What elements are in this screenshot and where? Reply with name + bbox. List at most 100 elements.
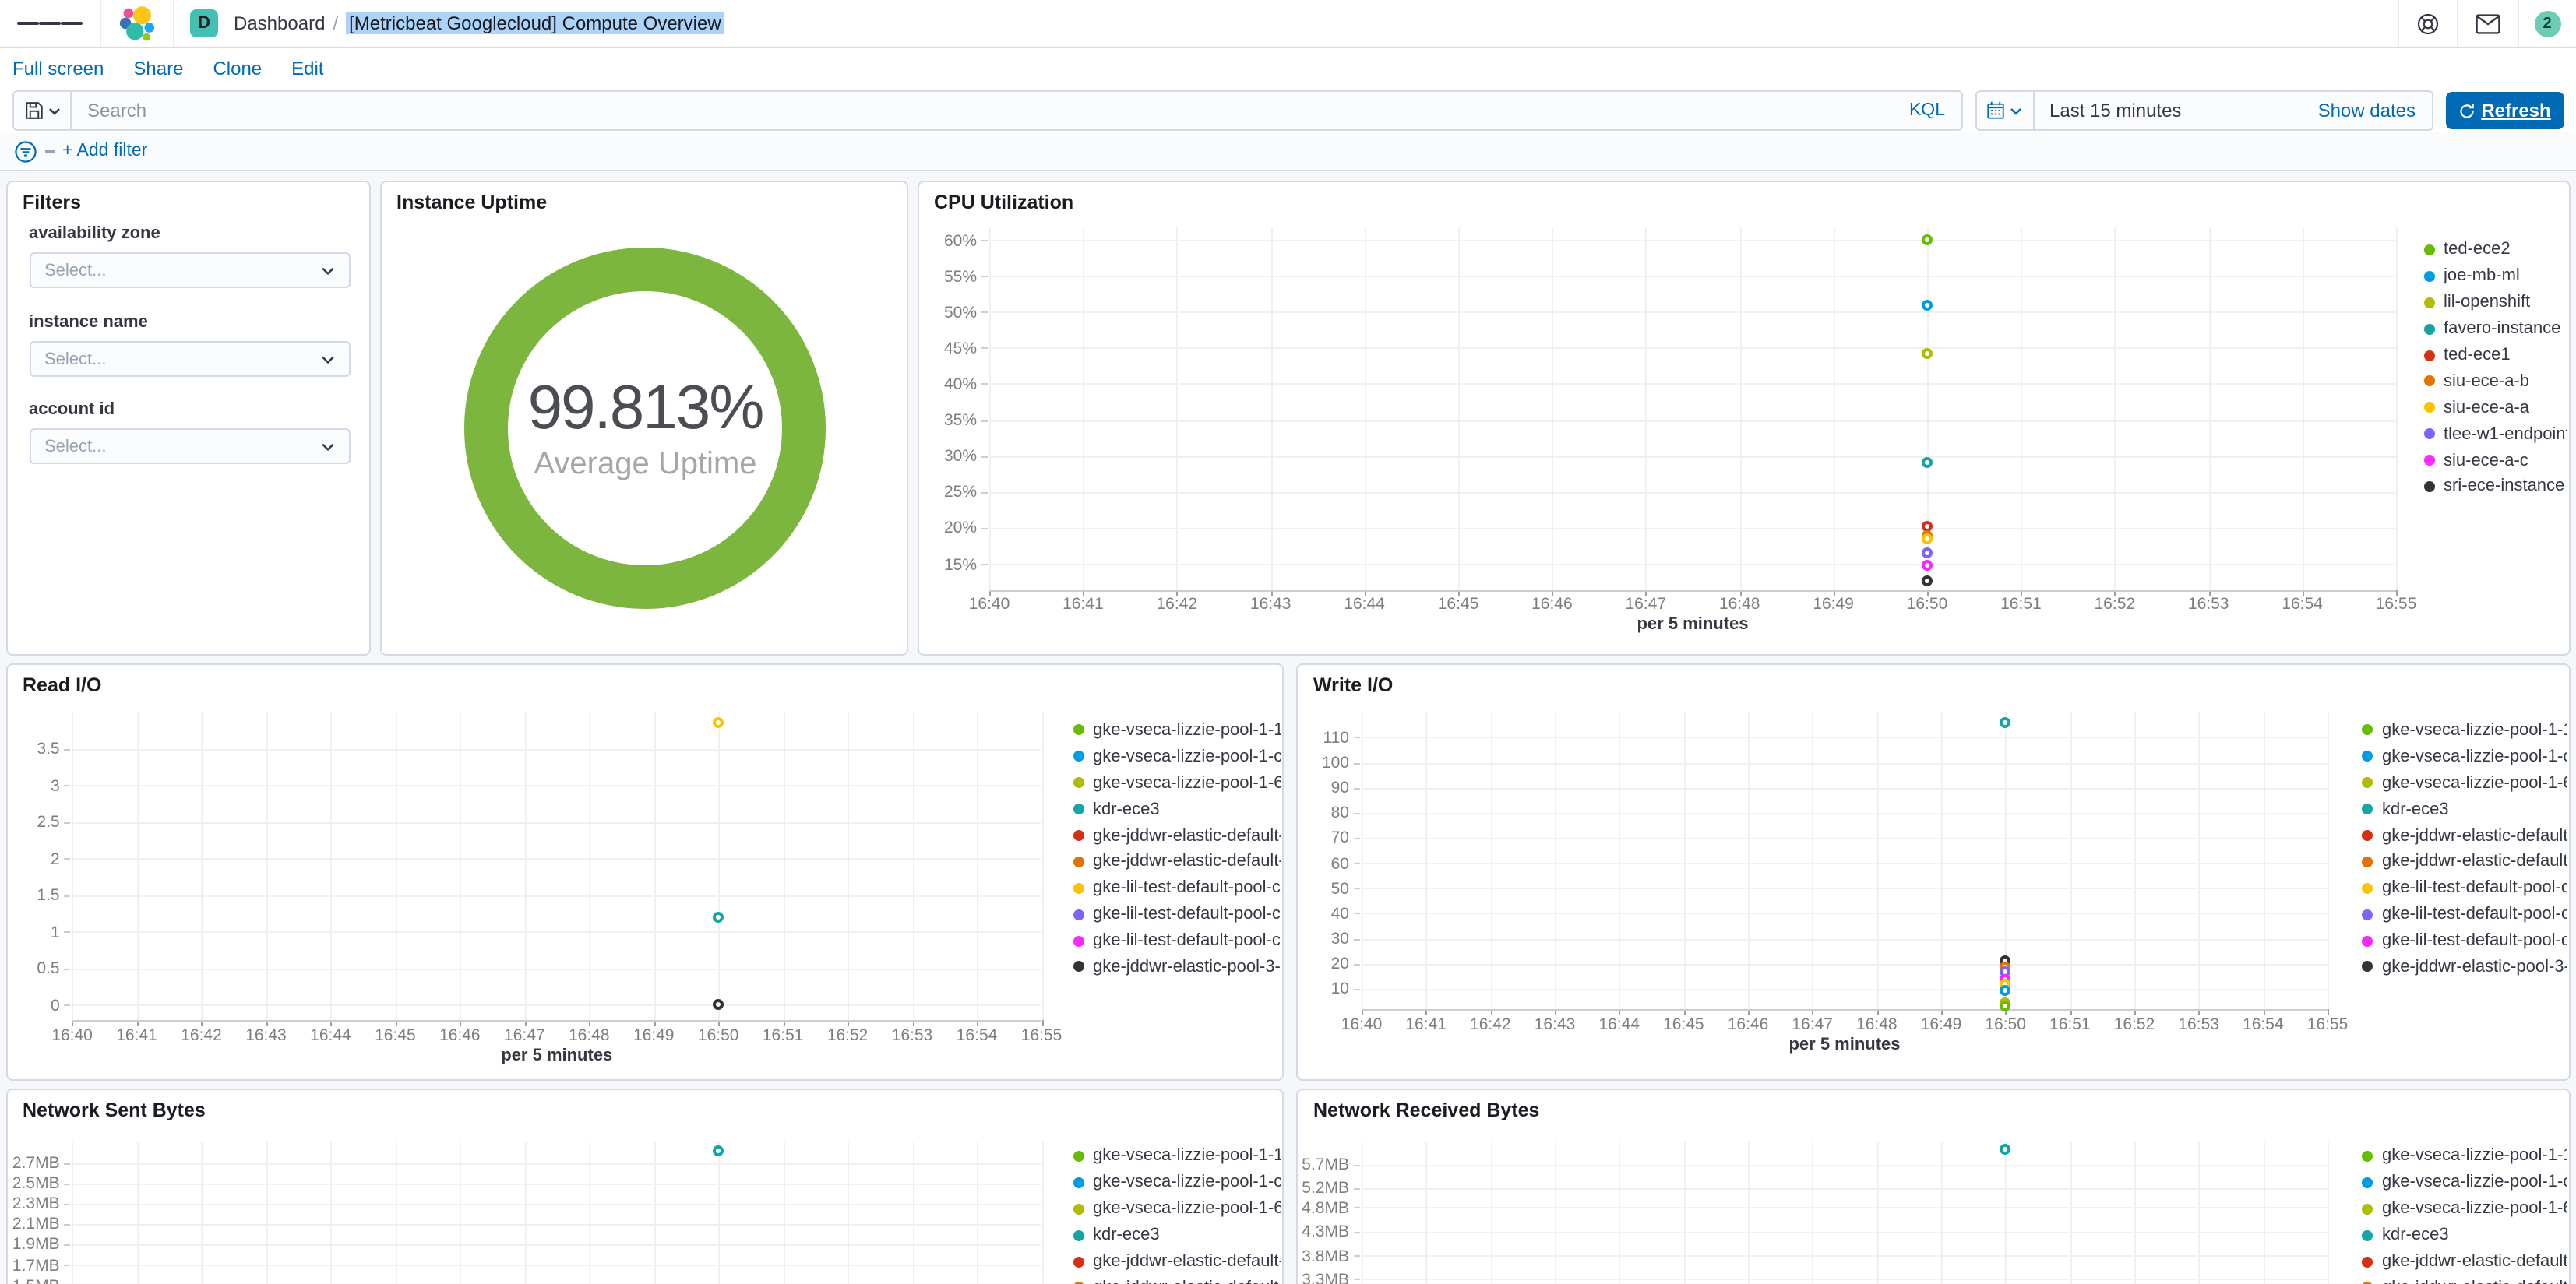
legend-item[interactable]: kdr-ece3 <box>2362 1222 2567 1248</box>
legend-item[interactable]: siu-ece-a-a <box>2423 395 2567 421</box>
calendar-button[interactable] <box>1976 92 2034 129</box>
show-dates-button[interactable]: Show dates <box>2318 100 2431 121</box>
legend-item[interactable]: gke-jddwr-elastic-pool-3-74... <box>2362 954 2567 980</box>
legend-item[interactable]: gke-vseca-lizzie-pool-1-c417... <box>2362 1170 2567 1196</box>
user-avatar[interactable]: 2 <box>2534 10 2560 37</box>
y-axis-tick-label: 45% <box>943 339 977 358</box>
legend-item[interactable]: gke-jddwr-elastic-pool-3-74... <box>1073 954 1280 980</box>
instance-name-select[interactable]: Select... <box>29 341 351 377</box>
legend-item[interactable]: gke-vseca-lizzie-pool-1-630... <box>1073 770 1280 797</box>
edit-button[interactable]: Edit <box>291 58 323 79</box>
x-gridline <box>1458 227 1460 589</box>
legend-item[interactable]: gke-jddwr-elastic-default-po... <box>2362 822 2567 849</box>
x-axis-tick-label: 16:46 <box>439 1025 481 1044</box>
legend-item[interactable]: ted-ece1 <box>2423 342 2567 368</box>
y-gridline <box>989 240 2396 241</box>
x-axis-tick-label: 16:41 <box>116 1025 157 1044</box>
legend-item[interactable]: gke-jddwr-elastic-default-po... <box>2362 1248 2567 1275</box>
legend-item[interactable]: sri-ece-instance <box>2423 473 2567 500</box>
legend-item[interactable]: gke-jddwr-elastic-default-po... <box>2362 849 2567 875</box>
legend-series-dot <box>1073 882 1084 894</box>
x-axis-tick-label: 16:47 <box>1625 595 1667 614</box>
legend-item[interactable]: kdr-ece3 <box>1073 796 1280 822</box>
legend-item[interactable]: gke-lil-test-default-pool-c1e... <box>2362 927 2567 954</box>
account-id-select[interactable]: Select... <box>29 428 351 464</box>
full-screen-button[interactable]: Full screen <box>12 58 104 79</box>
clone-button[interactable]: Clone <box>213 58 262 79</box>
y-axis-tick <box>64 1265 71 1266</box>
legend-item[interactable]: tlee-w1-endpoint <box>2423 420 2567 447</box>
newsfeed-mail-icon[interactable] <box>2458 0 2517 47</box>
query-language-button[interactable]: KQL <box>1894 101 1961 120</box>
x-axis-tick-label: 16:51 <box>2049 1015 2091 1033</box>
legend-item[interactable]: gke-vseca-lizzie-pool-1-1877... <box>2362 717 2567 744</box>
legend-item[interactable]: lil-openshift <box>2423 290 2567 316</box>
x-axis-tick-label: 16:45 <box>1663 1015 1704 1033</box>
legend-item[interactable]: gke-jddwr-elastic-default-po... <box>1073 822 1280 849</box>
legend-series-dot <box>1073 1256 1084 1267</box>
legend-item[interactable]: gke-vseca-lizzie-pool-1-c417... <box>2362 744 2567 770</box>
legend-series-dot <box>1073 1150 1084 1162</box>
y-gridline <box>1362 787 2328 790</box>
data-point-lil-openshift <box>1922 347 1933 359</box>
legend-item[interactable]: gke-vseca-lizzie-pool-1-c417... <box>1073 1170 1280 1196</box>
legend-item[interactable]: favero-instance <box>2423 315 2567 342</box>
breadcrumb-dashboard[interactable]: Dashboard <box>234 12 325 34</box>
x-gridline <box>1739 227 1742 589</box>
y-gridline <box>72 1004 1041 1007</box>
data-point-kdr-ece3 <box>2000 716 2011 728</box>
legend-item[interactable]: siu-ece-a-b <box>2423 368 2567 395</box>
legend-item[interactable]: gke-lil-test-default-pool-c1e... <box>1073 927 1280 954</box>
legend-item[interactable]: kdr-ece3 <box>1073 1222 1280 1248</box>
legend-item[interactable]: gke-jddwr-elastic-default-po... <box>1073 1248 1280 1275</box>
legend-item[interactable]: gke-vseca-lizzie-pool-1-630... <box>1073 1196 1280 1222</box>
legend-item[interactable]: ted-ece2 <box>2423 237 2567 263</box>
y-axis-tick-label: 30 <box>1330 930 1349 949</box>
legend-item[interactable]: kdr-ece3 <box>2362 796 2567 822</box>
legend-item[interactable]: gke-lil-test-default-pool-c1e... <box>2362 875 2567 902</box>
legend-item[interactable]: joe-mb-ml <box>2423 263 2567 290</box>
legend-item[interactable]: gke-lil-test-default-pool-c1e... <box>1073 875 1280 902</box>
elastic-logo-icon[interactable] <box>101 3 173 44</box>
x-gridline <box>2208 227 2211 589</box>
add-filter-button[interactable]: + Add filter <box>62 142 147 160</box>
legend-series-dot <box>2423 375 2434 387</box>
menu-icon[interactable] <box>0 0 100 47</box>
legend-series-label: gke-vseca-lizzie-pool-1-1877... <box>1093 1146 1280 1166</box>
legend-item[interactable]: gke-vseca-lizzie-pool-1-1877... <box>2362 1143 2567 1170</box>
y-axis-tick-label: 100 <box>1321 754 1349 773</box>
filter-options-icon[interactable] <box>14 139 37 163</box>
legend-item[interactable]: gke-jddwr-elastic-default-po... <box>1073 1275 1280 1284</box>
legend-item[interactable]: gke-vseca-lizzie-pool-1-1877... <box>1073 717 1280 744</box>
filter-field-label: availability zone <box>29 224 160 243</box>
legend-item[interactable]: gke-vseca-lizzie-pool-1-c417... <box>1073 744 1280 770</box>
y-axis-tick <box>64 1244 71 1246</box>
y-axis-tick <box>64 858 71 860</box>
legend-series-label: gke-jddwr-elastic-default-po... <box>2382 1279 2567 1284</box>
y-axis-tick <box>981 347 988 350</box>
x-gridline <box>1941 1142 1943 1284</box>
time-range-value[interactable]: Last 15 minutes <box>2034 100 2318 121</box>
search-input[interactable] <box>72 100 1894 121</box>
y-axis-tick <box>1354 762 1360 765</box>
legend-item[interactable]: gke-vseca-lizzie-pool-1-1877... <box>1073 1143 1280 1170</box>
saved-query-button[interactable] <box>14 92 72 129</box>
panel-title: Filters <box>23 192 82 213</box>
legend-series-dot <box>1073 1177 1084 1188</box>
y-axis-tick <box>1354 1231 1360 1233</box>
legend-item[interactable]: gke-jddwr-elastic-default-po... <box>2362 1275 2567 1284</box>
legend-series-label: kdr-ece3 <box>2382 800 2449 819</box>
help-icon[interactable] <box>2398 0 2456 47</box>
space-badge[interactable]: D <box>190 9 218 37</box>
legend-item[interactable]: gke-jddwr-elastic-default-po... <box>1073 849 1280 875</box>
legend-item[interactable]: gke-lil-test-default-pool-c1e... <box>2362 901 2567 927</box>
legend-item[interactable]: gke-lil-test-default-pool-c1e... <box>1073 901 1280 927</box>
legend-item[interactable]: gke-vseca-lizzie-pool-1-630... <box>2362 1196 2567 1222</box>
legend-item[interactable]: siu-ece-a-c <box>2423 447 2567 473</box>
legend-item[interactable]: gke-vseca-lizzie-pool-1-630... <box>2362 770 2567 797</box>
y-axis-tick <box>1354 1279 1360 1281</box>
availability-zone-select[interactable]: Select... <box>29 252 351 288</box>
share-button[interactable]: Share <box>133 58 183 79</box>
page-title[interactable]: [Metricbeat Googlecloud] Compute Overvie… <box>346 12 724 34</box>
refresh-button[interactable]: Refresh <box>2445 92 2564 129</box>
